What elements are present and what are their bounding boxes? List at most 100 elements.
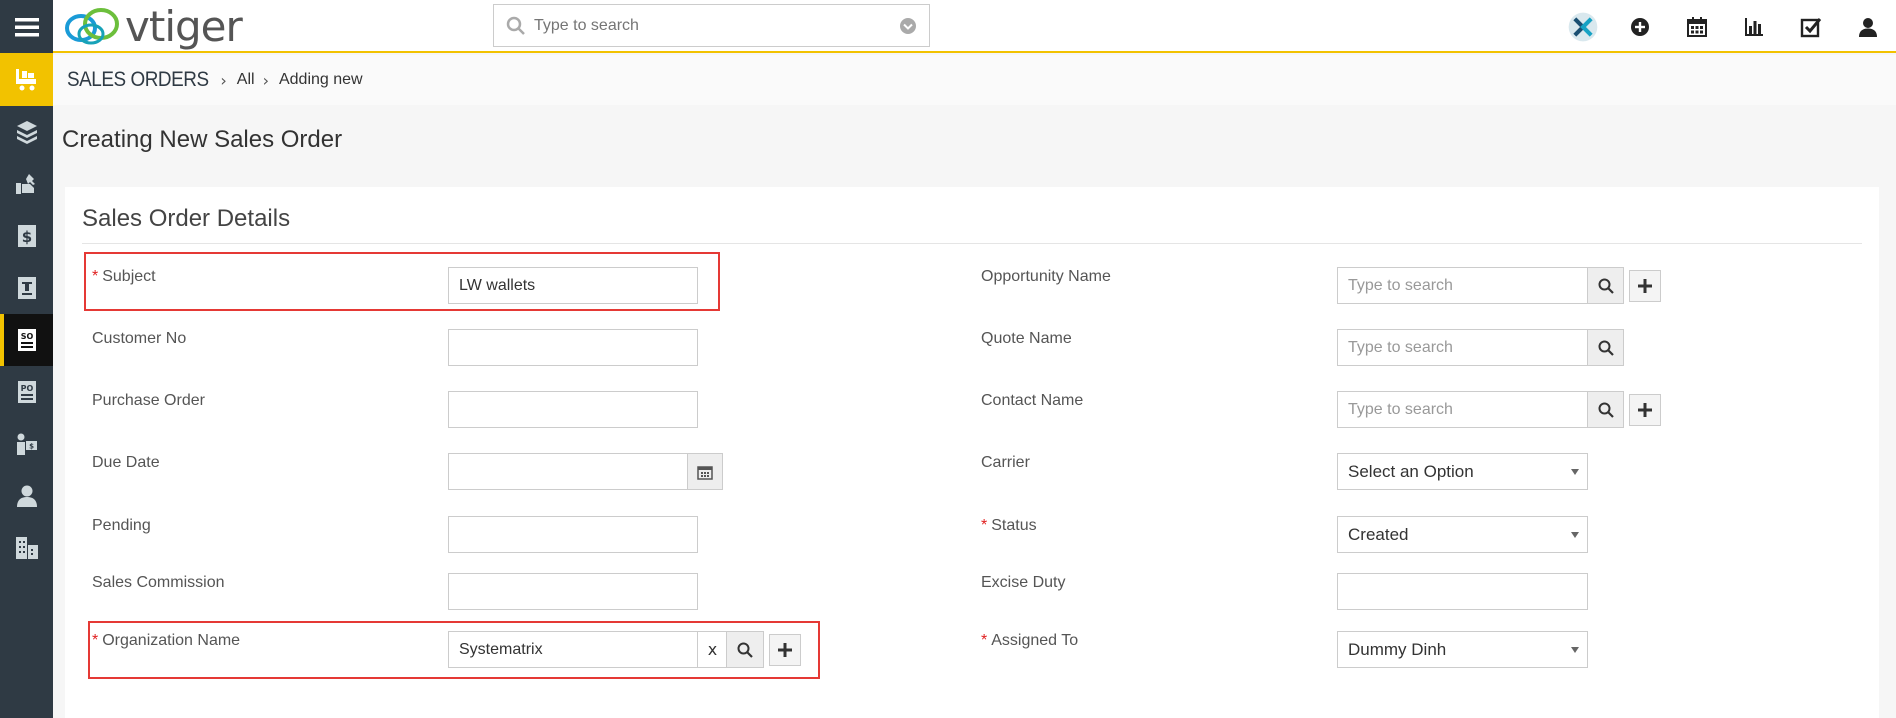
global-search-input[interactable] xyxy=(534,16,894,35)
breadcrumb-all[interactable]: All xyxy=(237,71,255,89)
status-label: * Status xyxy=(981,517,1037,534)
contact-search-button[interactable] xyxy=(1587,391,1624,428)
opportunity-name-input[interactable]: Type to search xyxy=(1337,267,1588,304)
svg-text:$: $ xyxy=(21,228,31,246)
section-title: Sales Order Details xyxy=(82,205,291,232)
user-menu-button[interactable] xyxy=(1839,0,1896,53)
add-contact-button[interactable] xyxy=(1629,394,1661,426)
customer-no-input[interactable] xyxy=(448,329,698,366)
sidebar-item-sales-home[interactable] xyxy=(0,53,53,106)
invoice-dollar-icon: $ xyxy=(17,225,36,247)
required-marker: * xyxy=(981,632,988,649)
caret-down-icon xyxy=(1571,469,1579,475)
carrier-label: Carrier xyxy=(981,454,1030,471)
customer-no-label: Customer No xyxy=(92,330,187,347)
quick-create-button[interactable] xyxy=(1611,0,1668,53)
checkbox-icon xyxy=(1800,17,1821,37)
integration-button[interactable] xyxy=(1554,0,1611,53)
document-icon xyxy=(17,277,36,299)
plus-icon xyxy=(1638,279,1652,293)
opportunity-name-label: Opportunity Name xyxy=(981,268,1111,285)
carrier-select[interactable]: Select an Option xyxy=(1337,453,1588,490)
cart-icon xyxy=(15,68,36,90)
sidebar-item-pricebooks[interactable] xyxy=(0,262,53,314)
search-icon xyxy=(1598,278,1614,294)
due-date-label: Due Date xyxy=(92,454,160,471)
search-icon xyxy=(1598,340,1614,356)
caret-down-icon xyxy=(1571,647,1579,653)
page-title: Creating New Sales Order xyxy=(62,126,343,153)
chevron-down-circle-icon[interactable] xyxy=(899,17,917,35)
vtiger-logo[interactable]: vtiger xyxy=(63,1,243,51)
logo-text: vtiger xyxy=(125,1,243,51)
breadcrumb-module[interactable]: SALES ORDERS xyxy=(67,68,209,92)
sales-commission-label: Sales Commission xyxy=(92,574,225,591)
wrench-hand-icon xyxy=(15,174,35,194)
reports-button[interactable] xyxy=(1725,0,1782,53)
status-selected-value: Created xyxy=(1348,524,1409,544)
highlight-box-organization xyxy=(88,621,820,679)
tasks-button[interactable] xyxy=(1782,0,1839,53)
calendar-button[interactable] xyxy=(1668,0,1725,53)
add-opportunity-button[interactable] xyxy=(1629,270,1661,302)
assigned-to-select[interactable]: Dummy Dinh xyxy=(1337,631,1588,668)
quote-name-label: Quote Name xyxy=(981,330,1072,347)
sidebar-item-services[interactable] xyxy=(0,158,53,210)
top-bar: vtiger xyxy=(53,0,1896,53)
carrier-selected-value: Select an Option xyxy=(1348,461,1474,481)
calendar-icon xyxy=(1686,16,1707,37)
bar-chart-icon xyxy=(1744,17,1763,36)
sidebar-item-products[interactable] xyxy=(0,106,53,158)
menu-button[interactable] xyxy=(0,0,53,53)
sales-commission-input[interactable] xyxy=(448,573,698,610)
top-icon-bar xyxy=(1554,0,1896,53)
section-divider xyxy=(82,243,1862,244)
caret-down-icon xyxy=(1571,532,1579,538)
opportunity-search-button[interactable] xyxy=(1587,267,1624,304)
user-icon xyxy=(1858,17,1877,37)
date-picker-button[interactable] xyxy=(687,453,723,490)
highlight-box-subject xyxy=(84,252,720,311)
sidebar-item-purchase-order[interactable]: PO xyxy=(0,366,53,418)
purchase-order-icon: PO xyxy=(17,381,36,403)
sidebar-item-organizations[interactable] xyxy=(0,522,53,574)
required-marker: * xyxy=(981,517,988,534)
svg-text:PO: PO xyxy=(20,384,33,393)
chevron-right-icon: › xyxy=(262,70,269,90)
quote-name-input[interactable]: Type to search xyxy=(1337,329,1588,366)
contact-name-input[interactable]: Type to search xyxy=(1337,391,1588,428)
global-search[interactable] xyxy=(493,4,930,47)
sidebar-item-vendors[interactable]: $ xyxy=(0,418,53,470)
status-select[interactable]: Created xyxy=(1337,516,1588,553)
breadcrumb-current: Adding new xyxy=(278,71,363,88)
building-icon xyxy=(15,537,38,559)
person-icon xyxy=(16,485,37,507)
chevron-right-icon: › xyxy=(220,70,227,90)
sidebar-item-contacts[interactable] xyxy=(0,470,53,522)
breadcrumb: SALES ORDERS › All › Adding new xyxy=(53,55,1896,105)
quote-search-button[interactable] xyxy=(1587,329,1624,366)
sidebar: $ SO PO $ xyxy=(0,0,53,718)
plus-icon xyxy=(1638,403,1652,417)
contact-name-label: Contact Name xyxy=(981,392,1084,409)
svg-text:$: $ xyxy=(29,443,34,451)
hamburger-menu-icon xyxy=(14,17,39,36)
sidebar-item-sales-order[interactable]: SO xyxy=(0,314,53,366)
assigned-to-label: * Assigned To xyxy=(981,632,1079,649)
search-icon xyxy=(506,16,525,35)
plus-circle-icon xyxy=(1630,17,1649,36)
cloud-logo-icon xyxy=(65,8,119,45)
x-integration-icon xyxy=(1568,12,1597,41)
sales-order-icon: SO xyxy=(17,329,36,351)
purchase-order-label: Purchase Order xyxy=(92,392,205,409)
svg-text:SO: SO xyxy=(20,332,33,341)
assigned-to-selected-value: Dummy Dinh xyxy=(1348,639,1447,659)
vendor-icon: $ xyxy=(16,433,37,455)
purchase-order-input[interactable] xyxy=(448,391,698,428)
sidebar-item-invoices[interactable]: $ xyxy=(0,210,53,262)
due-date-input[interactable] xyxy=(448,453,688,490)
pending-input[interactable] xyxy=(448,516,698,553)
search-icon xyxy=(1598,402,1614,418)
excise-duty-input[interactable] xyxy=(1337,573,1588,610)
excise-duty-label: Excise Duty xyxy=(981,574,1066,591)
